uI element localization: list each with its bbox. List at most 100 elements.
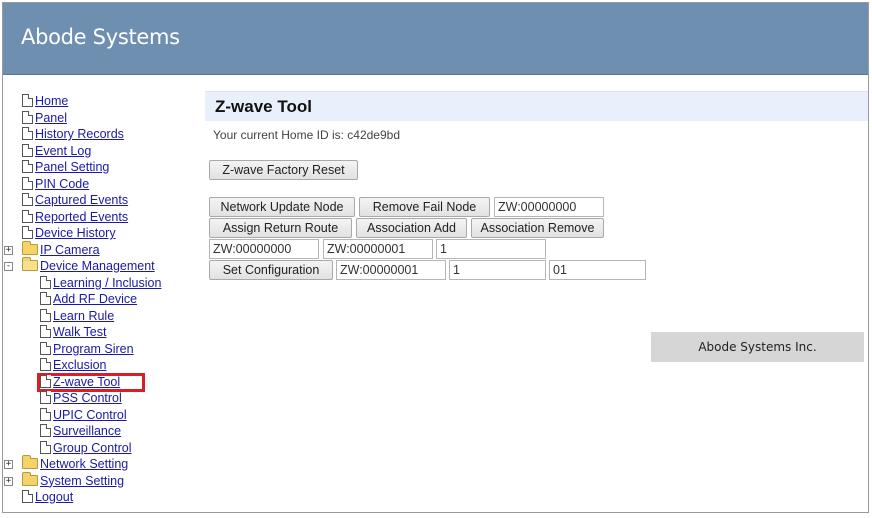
footer-company: Abode Systems Inc. (651, 332, 864, 362)
page-title-bar: Z-wave Tool (205, 91, 868, 121)
sidebar-item-label[interactable]: Event Log (35, 144, 91, 158)
page-icon (22, 143, 33, 157)
sidebar-item-label[interactable]: History Records (35, 127, 124, 141)
sidebar-item-history-records[interactable]: History Records (7, 126, 202, 143)
page-icon (40, 325, 51, 338)
sidebar-item-upic-control[interactable]: UPIC Control (7, 407, 202, 424)
association-target-field[interactable]: ZW:00000001 (323, 239, 433, 259)
page-icon (22, 176, 33, 190)
page-icon (40, 407, 51, 421)
open-folder-icon (22, 257, 38, 271)
page-icon (22, 226, 33, 239)
sidebar-item-learning-inclusion[interactable]: Learning / Inclusion (7, 275, 202, 292)
config-parameter-field[interactable]: 1 (449, 260, 546, 280)
sidebar-item-label[interactable]: Panel (35, 111, 67, 125)
sidebar-item-label[interactable]: Network Setting (40, 457, 128, 471)
association-remove-button[interactable]: Association Remove (471, 218, 604, 238)
home-id-text: Your current Home ID is: c42de9bd (213, 128, 400, 142)
page-icon (22, 127, 33, 140)
set-configuration-button[interactable]: Set Configuration (209, 260, 333, 280)
sidebar-item-system-setting[interactable]: + System Setting (4, 471, 202, 490)
page-icon (40, 292, 51, 305)
page-icon (22, 94, 33, 107)
sidebar-item-label[interactable]: Panel Setting (35, 160, 109, 174)
expand-icon[interactable]: + (4, 460, 13, 469)
expand-icon[interactable]: + (4, 245, 13, 255)
page-icon (22, 490, 33, 503)
sidebar-tree: Home Panel History Records Event Log Pan… (4, 93, 202, 506)
sidebar-item-event-log[interactable]: Event Log (7, 143, 202, 160)
page-icon (22, 160, 33, 173)
sidebar-item-home[interactable]: Home (7, 93, 202, 110)
sidebar-item-label[interactable]: Captured Events (35, 193, 128, 207)
header-banner: Abode Systems (3, 3, 868, 75)
sidebar-item-label[interactable]: Add RF Device (53, 292, 137, 306)
assign-return-route-button[interactable]: Assign Return Route (209, 218, 352, 238)
sidebar-item-label[interactable]: PSS Control (53, 391, 122, 405)
sidebar-item-label[interactable]: Learn Rule (53, 309, 114, 323)
sidebar-item-network-setting[interactable]: + Network Setting (4, 455, 202, 473)
sidebar-item-walk-test[interactable]: Walk Test (7, 324, 202, 341)
sidebar-item-group-control[interactable]: Group Control (7, 440, 202, 457)
sidebar-item-pss-control[interactable]: PSS Control (7, 390, 202, 407)
sidebar-item-label[interactable]: Reported Events (35, 210, 128, 224)
sidebar-item-panel[interactable]: Panel (7, 110, 202, 127)
association-group-field[interactable]: 1 (436, 239, 546, 259)
folder-icon (22, 471, 38, 486)
sidebar-item-label[interactable]: Group Control (53, 441, 132, 455)
sidebar-item-pin-code[interactable]: PIN Code (7, 176, 202, 193)
sidebar-item-label[interactable]: Walk Test (53, 325, 107, 339)
sidebar-item-label[interactable]: Exclusion (53, 358, 107, 372)
sidebar-item-add-rf-device[interactable]: Add RF Device (7, 291, 202, 308)
sidebar-item-exclusion[interactable]: Exclusion (7, 357, 202, 374)
config-value-field[interactable]: 01 (549, 260, 646, 280)
page-icon (40, 391, 51, 404)
page-icon (40, 440, 51, 454)
sidebar-item-reported-events[interactable]: Reported Events (7, 209, 202, 226)
sidebar-item-label[interactable]: System Setting (40, 474, 124, 488)
sidebar-item-learn-rule[interactable]: Learn Rule (7, 308, 202, 325)
sidebar-item-program-siren[interactable]: Program Siren (7, 341, 202, 358)
network-update-node-button[interactable]: Network Update Node (209, 197, 355, 217)
remove-fail-node-button[interactable]: Remove Fail Node (359, 197, 490, 217)
factory-reset-button[interactable]: Z-wave Factory Reset (209, 160, 358, 180)
page-icon (40, 308, 51, 322)
page-icon (40, 275, 51, 289)
selection-highlight (37, 372, 145, 392)
main-content: Z-wave Tool Your current Home ID is: c42… (205, 91, 868, 280)
sidebar-item-label[interactable]: Program Siren (53, 342, 134, 356)
sidebar-item-label[interactable]: UPIC Control (53, 408, 127, 422)
page-title: Z-wave Tool (215, 97, 312, 116)
sidebar-item-z-wave-tool[interactable]: Z-wave Tool (7, 372, 202, 392)
sidebar-item-label[interactable]: Learning / Inclusion (53, 276, 161, 290)
association-source-field[interactable]: ZW:00000000 (209, 239, 319, 259)
page-icon (40, 358, 51, 371)
page-icon (22, 110, 33, 124)
sidebar-item-label[interactable]: Device Management (40, 259, 155, 273)
folder-icon (22, 455, 38, 469)
collapse-icon[interactable]: - (4, 262, 13, 271)
sidebar-item-surveillance[interactable]: Surveillance (7, 423, 202, 440)
sidebar-item-logout[interactable]: Logout (7, 489, 202, 506)
sidebar-item-panel-setting[interactable]: Panel Setting (7, 159, 202, 176)
sidebar-item-ip-camera[interactable]: + IP Camera (4, 240, 202, 259)
app-frame: Abode Systems Home Panel History Records… (2, 2, 869, 513)
sidebar-item-label[interactable]: Home (35, 94, 68, 108)
page-icon (40, 374, 51, 388)
sidebar-item-device-history[interactable]: Device History (7, 225, 202, 242)
page-icon (22, 209, 33, 223)
sidebar-item-label[interactable]: Device History (35, 226, 116, 240)
sidebar-item-label[interactable]: Surveillance (53, 424, 121, 438)
app-title: Abode Systems (21, 25, 180, 49)
sidebar-item-label[interactable]: PIN Code (35, 177, 89, 191)
page-icon (22, 193, 33, 206)
sidebar-item-captured-events[interactable]: Captured Events (7, 192, 202, 209)
config-node-field[interactable]: ZW:00000001 (336, 260, 446, 280)
sidebar-item-device-management[interactable]: - Device Management (4, 257, 202, 275)
association-add-button[interactable]: Association Add (356, 218, 467, 238)
expand-icon[interactable]: + (4, 476, 13, 486)
sidebar-item-label[interactable]: IP Camera (40, 243, 100, 257)
sidebar-item-label[interactable]: Logout (35, 490, 73, 504)
folder-icon (22, 240, 38, 255)
node-id-field[interactable]: ZW:00000000 (494, 197, 604, 217)
